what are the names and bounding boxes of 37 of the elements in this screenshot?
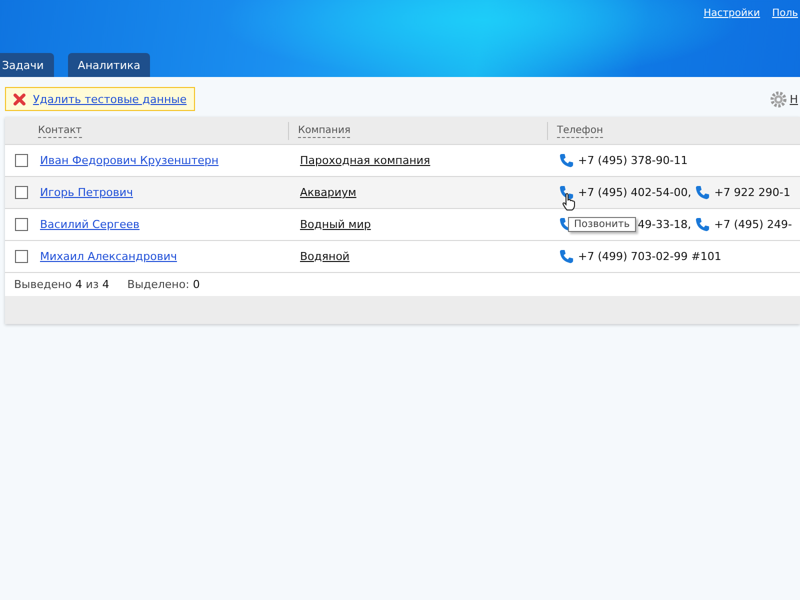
- company-link[interactable]: Пароходная компания: [300, 154, 430, 167]
- table-row[interactable]: Василий Сергеев Водный мир Позвонить 49-33-18, +7 (495) 249-: [5, 208, 800, 240]
- phone-number: +7 (499) 703-02-99 #101: [578, 250, 722, 263]
- table-row[interactable]: Михаил Александрович Водяной +7 (499) 703-02-99 #101: [5, 240, 800, 272]
- settings-link[interactable]: Н: [790, 92, 798, 106]
- settings-icon[interactable]: [770, 90, 787, 108]
- row-checkbox[interactable]: [15, 218, 28, 231]
- phone-number: +7 922 290-1: [714, 186, 790, 199]
- rows-selected-text: Выделено: 0: [127, 278, 200, 291]
- table-row[interactable]: Иван Федорович Крузенштерн Пароходная компания +7 (495) 378-90-11: [5, 144, 800, 176]
- company-link[interactable]: Водяной: [300, 250, 350, 263]
- header-link[interactable]: Поль: [772, 8, 798, 19]
- column-header[interactable]: Компания: [298, 124, 350, 138]
- contact-link[interactable]: Михаил Александрович: [40, 250, 177, 263]
- phone-number: +7 (495) 402-54-00,: [578, 186, 692, 199]
- delete-test-data-link[interactable]: Удалить тестовые данные: [33, 92, 187, 106]
- phone-number: +7 (495) 378-90-11: [578, 154, 688, 167]
- column-header[interactable]: Контакт: [38, 124, 82, 138]
- table-row[interactable]: Игорь Петрович Аквариум +7 (495) 402-54-00, +7 922 290-1: [5, 176, 800, 208]
- contact-link[interactable]: Василий Сергеев: [40, 218, 140, 231]
- contact-link[interactable]: Иван Федорович Крузенштерн: [40, 154, 219, 167]
- row-checkbox[interactable]: [15, 186, 28, 199]
- contact-link[interactable]: Игорь Петрович: [40, 186, 133, 199]
- tooltip: Позвонить: [568, 217, 636, 232]
- header-link[interactable]: Настройки: [704, 8, 760, 19]
- row-checkbox[interactable]: [15, 154, 28, 167]
- close-icon[interactable]: [13, 92, 26, 106]
- column-header[interactable]: Телефон: [557, 124, 604, 138]
- phone-number: 49-33-18,: [638, 218, 692, 231]
- phone-number: +7 (495) 249-: [714, 218, 792, 231]
- company-link[interactable]: Водный мир: [300, 218, 371, 231]
- row-checkbox[interactable]: [15, 250, 28, 263]
- rows-shown-text: Выведено 4 из 4: [14, 278, 110, 291]
- nav-tab[interactable]: Аналитика: [68, 53, 150, 77]
- company-link[interactable]: Аквариум: [300, 186, 356, 199]
- nav-tab[interactable]: Задачи: [0, 53, 54, 77]
- hand-cursor-icon: [562, 193, 576, 211]
